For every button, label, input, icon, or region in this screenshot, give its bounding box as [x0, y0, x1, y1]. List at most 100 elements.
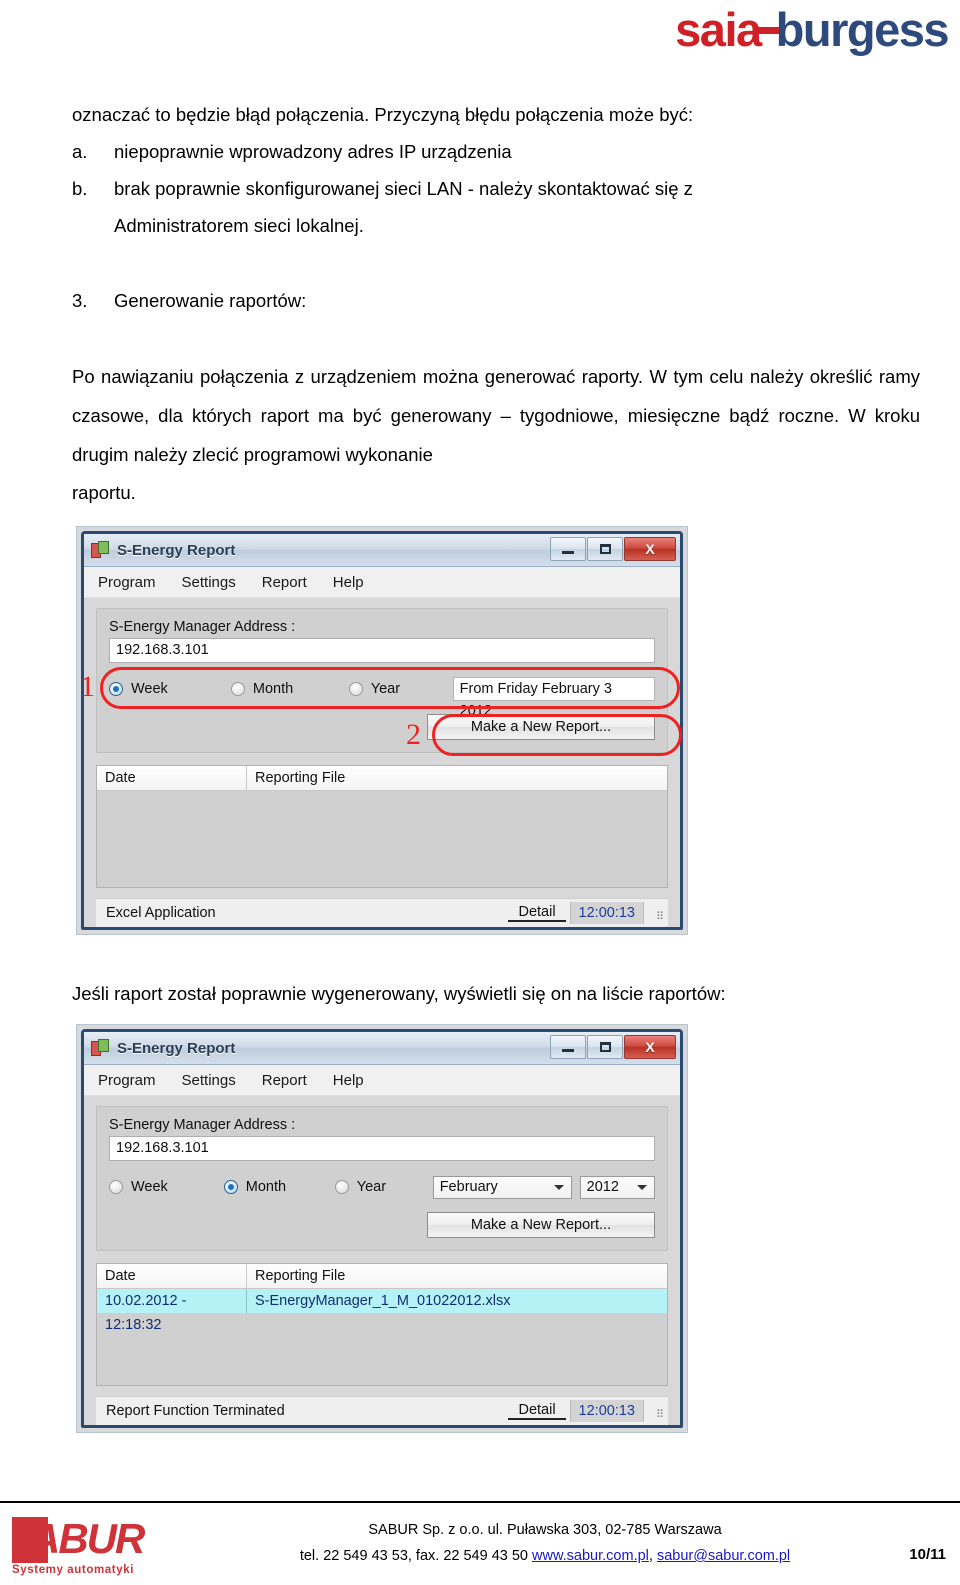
window2-controls: X: [550, 1035, 676, 1059]
resize-grip-icon[interactable]: [650, 906, 664, 923]
maximize-icon[interactable]: [587, 1035, 623, 1059]
window2-list-body: 10.02.2012 - 12:18:32 S-EnergyManager_1_…: [97, 1289, 667, 1385]
close-icon[interactable]: X: [624, 1035, 676, 1059]
sabur-logo-tagline: Systemy automatyki: [12, 1564, 135, 1576]
radio-month[interactable]: Month: [223, 1179, 325, 1195]
footer-address-line: SABUR Sp. z o.o. ul. Puławska 303, 02-78…: [368, 1522, 722, 1538]
window2-period-row: Week Month Year February 2012: [109, 1174, 655, 1200]
window2-title: S-Energy Report: [117, 1039, 236, 1057]
window2-report-list[interactable]: Date Reporting File 10.02.2012 - 12:18:3…: [96, 1263, 668, 1386]
radio-week-dot: [109, 682, 123, 696]
caption-between-screenshots-wrap: Jeśli raport został poprawnie wygenerowa…: [72, 975, 920, 1012]
page-header: saia burgess: [0, 0, 960, 80]
window2-status-text: Report Function Terminated: [106, 1403, 285, 1419]
window1-list-header: Date Reporting File: [97, 766, 667, 791]
maximize-icon[interactable]: [587, 537, 623, 561]
table-row[interactable]: 10.02.2012 - 12:18:32 S-EnergyManager_1_…: [97, 1289, 667, 1333]
footer-website-link[interactable]: www.sabur.com.pl: [532, 1548, 649, 1564]
screenshot-window-2: S-Energy Report X Program Settings Repor…: [76, 1024, 688, 1433]
cause-text-a: niepoprawnie wprowadzony adres IP urządz…: [114, 141, 512, 162]
detail-button[interactable]: Detail: [508, 1402, 566, 1420]
menu-item-help[interactable]: Help: [333, 574, 364, 591]
radio-month-dot: [230, 682, 245, 696]
close-icon[interactable]: X: [624, 537, 676, 561]
menu-item-help[interactable]: Help: [333, 1072, 364, 1089]
month-select-value: February: [439, 1179, 498, 1195]
window2-titlebar[interactable]: S-Energy Report X: [84, 1032, 680, 1065]
logo-text-saia: saia: [675, 3, 762, 56]
make-new-report-button[interactable]: Make a New Report...: [427, 1212, 655, 1238]
year-select-value: 2012: [586, 1179, 619, 1195]
menu-item-report[interactable]: Report: [262, 1072, 307, 1089]
sabur-logo: ABUR Systemy automatyki: [12, 1515, 158, 1576]
menu-item-program[interactable]: Program: [98, 574, 156, 591]
main-body-last-line: raportu.: [72, 482, 136, 503]
menu-item-settings[interactable]: Settings: [182, 574, 236, 591]
footer-contact-block: SABUR Sp. z o.o. ul. Puławska 303, 02-78…: [190, 1517, 900, 1569]
address-input[interactable]: 192.168.3.101: [109, 1136, 655, 1161]
window1-titlebar[interactable]: S-Energy Report X: [84, 534, 680, 567]
radio-month[interactable]: Month: [230, 681, 339, 697]
detail-button[interactable]: Detail: [508, 904, 566, 922]
footer-email-link[interactable]: sabur@sabur.com.pl: [657, 1548, 790, 1564]
page-footer: ABUR Systemy automatyki SABUR Sp. z o.o.…: [0, 1507, 960, 1585]
window2-list-header: Date Reporting File: [97, 1264, 667, 1289]
window1-report-list[interactable]: Date Reporting File: [96, 765, 668, 888]
section-title: Generowanie raportów:: [114, 290, 307, 311]
section-marker: 3.: [72, 290, 88, 311]
window1-title: S-Energy Report: [117, 541, 236, 559]
minimize-icon[interactable]: [550, 537, 586, 561]
radio-year[interactable]: Year: [334, 1179, 423, 1195]
caption-between-screenshots: Jeśli raport został poprawnie wygenerowa…: [72, 983, 726, 1004]
window1-settings-group: S-Energy Manager Address : 192.168.3.101…: [96, 608, 668, 753]
window1-status-text: Excel Application: [106, 905, 216, 921]
column-header-reporting-file: Reporting File: [255, 770, 346, 786]
cause-item-b-cont: Administratorem sieci lokalnej.: [72, 207, 920, 244]
footer-divider: [0, 1501, 960, 1503]
address-label: S-Energy Manager Address :: [109, 1117, 296, 1133]
section-heading: 3. Generowanie raportów:: [72, 282, 920, 319]
radio-week-label: Week: [131, 1179, 168, 1195]
main-body-paragraph: Po nawiązaniu połączenia z urządzeniem m…: [72, 357, 920, 474]
radio-week[interactable]: Week: [109, 681, 221, 697]
column-header-date: Date: [97, 766, 247, 790]
window1-statusbar: Excel Application Detail 12:00:13: [96, 898, 668, 927]
date-range-field[interactable]: From Friday February 3 2012: [452, 677, 655, 719]
cause-marker-b: b.: [72, 178, 88, 199]
resize-grip-icon[interactable]: [650, 1404, 664, 1421]
chevron-down-icon: [553, 1185, 564, 1190]
menu-item-program[interactable]: Program: [98, 1072, 156, 1089]
window2-statusbar: Report Function Terminated Detail 12:00:…: [96, 1396, 668, 1425]
radio-month-label: Month: [252, 681, 294, 697]
year-select[interactable]: 2012: [579, 1175, 655, 1199]
report-app-icon: [91, 1039, 109, 1057]
address-input[interactable]: 192.168.3.101: [109, 638, 655, 663]
window2-settings-group: S-Energy Manager Address : 192.168.3.101…: [96, 1106, 668, 1251]
column-header-date: Date: [97, 1264, 247, 1288]
menu-item-settings[interactable]: Settings: [182, 1072, 236, 1089]
cause-text-b: brak poprawnie skonfigurowanej sieci LAN…: [114, 178, 693, 199]
sabur-logo-word: ABUR: [30, 1515, 145, 1562]
screenshot-window-1: S-Energy Report X Program Settings Repor…: [76, 526, 688, 935]
footer-link-separator: ,: [648, 1548, 657, 1564]
radio-month-label: Month: [245, 1179, 287, 1195]
radio-month-dot: [223, 1180, 238, 1194]
logo-text-burgess: burgess: [775, 3, 950, 56]
cause-marker-a: a.: [72, 141, 88, 162]
window1-period-row: Week Month Year From Friday February 3 2…: [109, 676, 655, 719]
column-header-reporting-file: Reporting File: [255, 1268, 346, 1284]
window2-frame: S-Energy Report X Program Settings Repor…: [81, 1029, 683, 1428]
radio-week[interactable]: Week: [109, 1179, 214, 1195]
intro-paragraph: oznaczać to będzie błąd połączenia. Przy…: [72, 104, 694, 125]
main-body-text: Po nawiązaniu połączenia z urządzeniem m…: [72, 366, 920, 465]
menu-item-report[interactable]: Report: [262, 574, 307, 591]
radio-year[interactable]: Year: [348, 681, 443, 697]
minimize-icon[interactable]: [550, 1035, 586, 1059]
footer-phone-text: tel. 22 549 43 53, fax. 22 549 43 50: [299, 1548, 533, 1564]
window2-status-time: 12:00:13: [569, 1400, 644, 1422]
row-date: 10.02.2012 - 12:18:32: [97, 1289, 247, 1333]
window1-frame: S-Energy Report X Program Settings Repor…: [80, 531, 683, 930]
month-select[interactable]: February: [432, 1175, 572, 1199]
make-new-report-button[interactable]: Make a New Report...: [427, 714, 655, 740]
window2-client-area: S-Energy Manager Address : 192.168.3.101…: [84, 1096, 680, 1425]
